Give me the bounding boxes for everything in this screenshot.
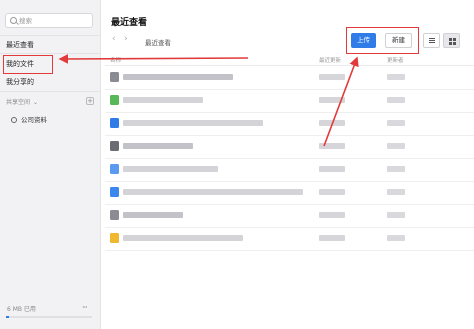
chevron-down-icon: ⌄ (33, 99, 39, 106)
file-icon (110, 72, 119, 82)
team-space-label: 公司资料 (21, 116, 47, 124)
sidebar-divider (0, 53, 100, 54)
file-date-blurred (319, 166, 345, 172)
file-name (105, 204, 106, 205)
file-icon (110, 233, 119, 243)
list-view-button[interactable] (423, 33, 440, 48)
add-space-button[interactable]: + (86, 97, 94, 105)
column-updated-header[interactable]: 最近更新 (319, 56, 341, 64)
file-name (105, 135, 106, 136)
file-name-blurred (123, 74, 233, 80)
shared-space-section[interactable]: 共享空间 ⌄ (6, 97, 38, 106)
file-date-blurred (319, 235, 345, 241)
file-date-blurred (319, 189, 345, 195)
sidebar: 最近查看 我的文件 我分享的 共享空间⌄ + 公司资料 6 MB 已用 ··· (0, 0, 101, 329)
file-date (105, 158, 106, 159)
more-options-button[interactable]: ··· (82, 303, 88, 312)
column-name-header[interactable]: 名称 (110, 56, 121, 64)
file-updater (105, 89, 106, 90)
file-updater (105, 227, 106, 228)
file-icon (110, 141, 119, 151)
file-date-blurred (319, 120, 345, 126)
file-name (105, 181, 106, 182)
forward-arrow-icon[interactable]: › (124, 34, 128, 44)
file-date (105, 135, 106, 136)
file-date (105, 89, 106, 90)
table-row[interactable] (105, 89, 474, 113)
file-icon (110, 187, 119, 197)
list-view-icon (429, 38, 435, 39)
file-icon (110, 164, 119, 174)
file-name (105, 89, 106, 90)
file-updater-blurred (387, 235, 405, 241)
file-date (105, 204, 106, 205)
annotation-box-my-files (3, 55, 53, 74)
back-arrow-icon[interactable]: ‹ (112, 34, 116, 44)
table-row[interactable] (105, 135, 474, 159)
table-row[interactable] (105, 181, 474, 205)
file-updater-blurred (387, 74, 405, 80)
file-updater (105, 135, 106, 136)
file-updater-blurred (387, 97, 405, 103)
file-name-blurred (123, 166, 218, 172)
table-row[interactable] (105, 66, 474, 90)
file-name-blurred (123, 212, 183, 218)
sidebar-item-shared-by-me[interactable]: 我分享的 (6, 77, 34, 87)
file-updater-blurred (387, 189, 405, 195)
file-date-blurred (319, 212, 345, 218)
file-date (105, 227, 106, 228)
table-row[interactable] (105, 112, 474, 136)
file-updater (105, 181, 106, 182)
file-name (105, 66, 106, 67)
file-updater-blurred (387, 212, 405, 218)
file-updater-blurred (387, 143, 405, 149)
file-updater (105, 112, 106, 113)
file-name (105, 227, 106, 228)
file-icon (110, 210, 119, 220)
annotation-box-upload-new (346, 27, 419, 54)
file-name-blurred (123, 189, 303, 195)
table-row[interactable] (105, 204, 474, 228)
sidebar-item-recent[interactable]: 最近查看 (6, 40, 34, 50)
file-date-blurred (319, 74, 345, 80)
file-updater (105, 66, 106, 67)
file-name (105, 158, 106, 159)
file-date (105, 181, 106, 182)
file-icon (110, 118, 119, 128)
grid-view-button[interactable] (443, 33, 460, 48)
storage-usage: 6 MB 已用 (7, 306, 36, 313)
file-name (105, 112, 106, 113)
team-space-icon (11, 117, 17, 123)
storage-bar-fill (6, 316, 10, 318)
sidebar-divider (0, 35, 100, 36)
file-icon (110, 95, 119, 105)
search-box[interactable] (5, 13, 93, 28)
file-updater-blurred (387, 166, 405, 172)
breadcrumb: 最近查看 (145, 39, 171, 47)
file-date-blurred (319, 97, 345, 103)
file-date (105, 66, 106, 67)
shared-space-label: 共享空间 (6, 99, 31, 106)
page-title: 最近查看 (111, 18, 148, 28)
team-space-item[interactable]: 公司资料 (11, 114, 47, 124)
table-header: 名称 最近更新 更新者 (105, 54, 474, 66)
file-name-blurred (123, 143, 193, 149)
file-name-blurred (123, 235, 243, 241)
search-input[interactable] (19, 16, 89, 25)
search-icon (10, 17, 17, 24)
storage-bar (6, 316, 92, 318)
file-updater-blurred (387, 120, 405, 126)
file-date (105, 112, 106, 113)
file-updater (105, 204, 106, 205)
file-date-blurred (319, 143, 345, 149)
file-updater (105, 158, 106, 159)
column-updater-header[interactable]: 更新者 (387, 56, 404, 64)
file-name-blurred (123, 97, 203, 103)
file-name-blurred (123, 120, 263, 126)
sidebar-divider (0, 91, 100, 92)
table-row[interactable] (105, 227, 474, 251)
table-row[interactable] (105, 158, 474, 182)
grid-view-icon (449, 38, 452, 41)
